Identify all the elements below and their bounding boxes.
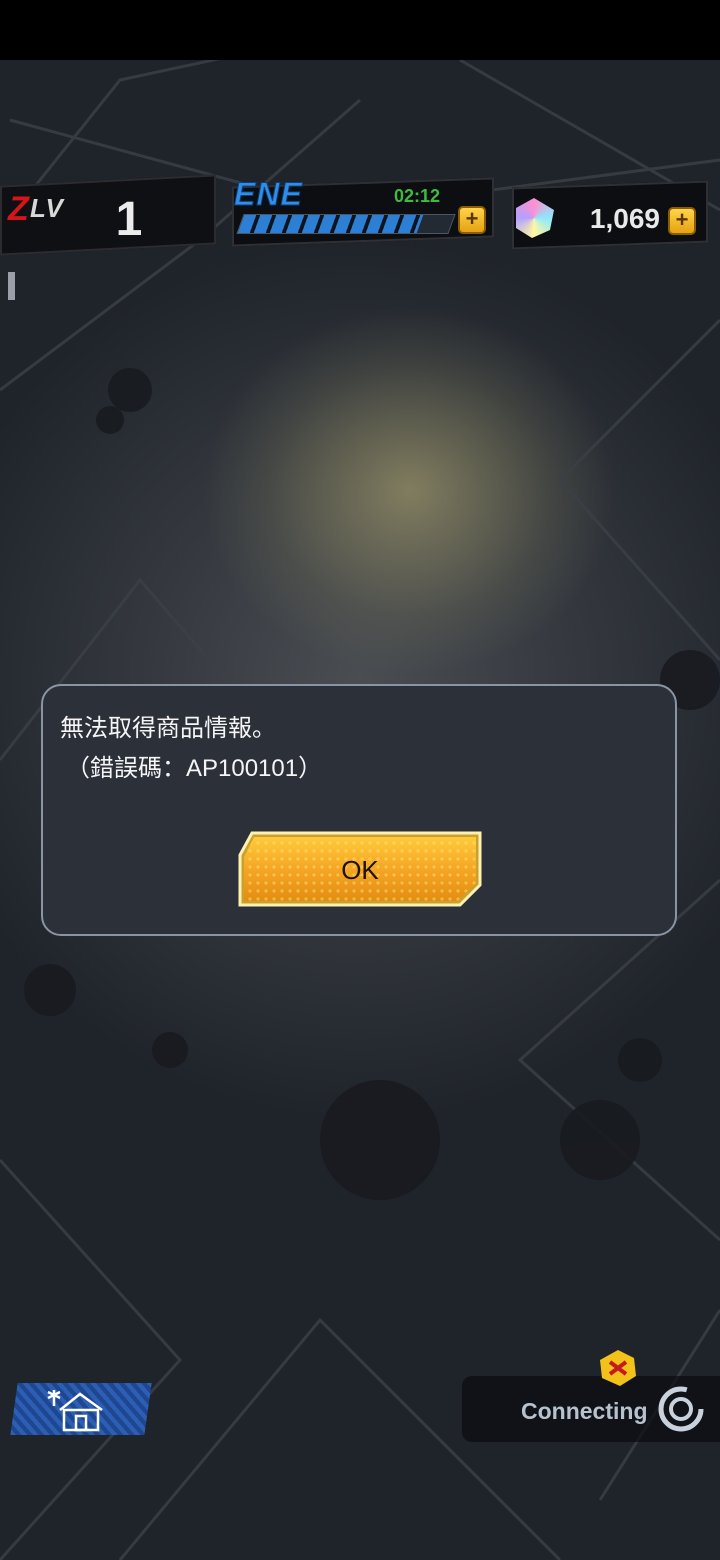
loading-spinner-icon: [658, 1386, 704, 1432]
dialog-message: 無法取得商品情報。: [60, 715, 276, 742]
gem-plus-button[interactable]: +: [668, 207, 696, 235]
energy-bar: [236, 214, 456, 234]
connecting-label: Connecting: [521, 1398, 648, 1424]
home-icon: [47, 1390, 103, 1432]
energy-label: ENE: [234, 176, 303, 213]
energy-timer: 02:12: [394, 186, 441, 206]
side-indicator: [8, 272, 15, 300]
level-badge-icon: Z: [8, 190, 29, 228]
level-label: LV: [30, 193, 64, 223]
dialog-error-code: （錯誤碼：AP100101）: [66, 755, 323, 782]
ok-button-label: OK: [341, 855, 379, 885]
energy-plus-button[interactable]: +: [458, 206, 486, 234]
plus-icon: +: [675, 207, 689, 232]
status-bar: [0, 0, 720, 60]
ok-button[interactable]: OK: [238, 831, 482, 907]
level-value: 1: [115, 193, 143, 246]
notification-badge-icon: [600, 1350, 636, 1386]
gem-count: 1,069: [589, 203, 660, 234]
energy-bar-fill: [237, 215, 423, 233]
plus-icon: +: [465, 206, 479, 231]
